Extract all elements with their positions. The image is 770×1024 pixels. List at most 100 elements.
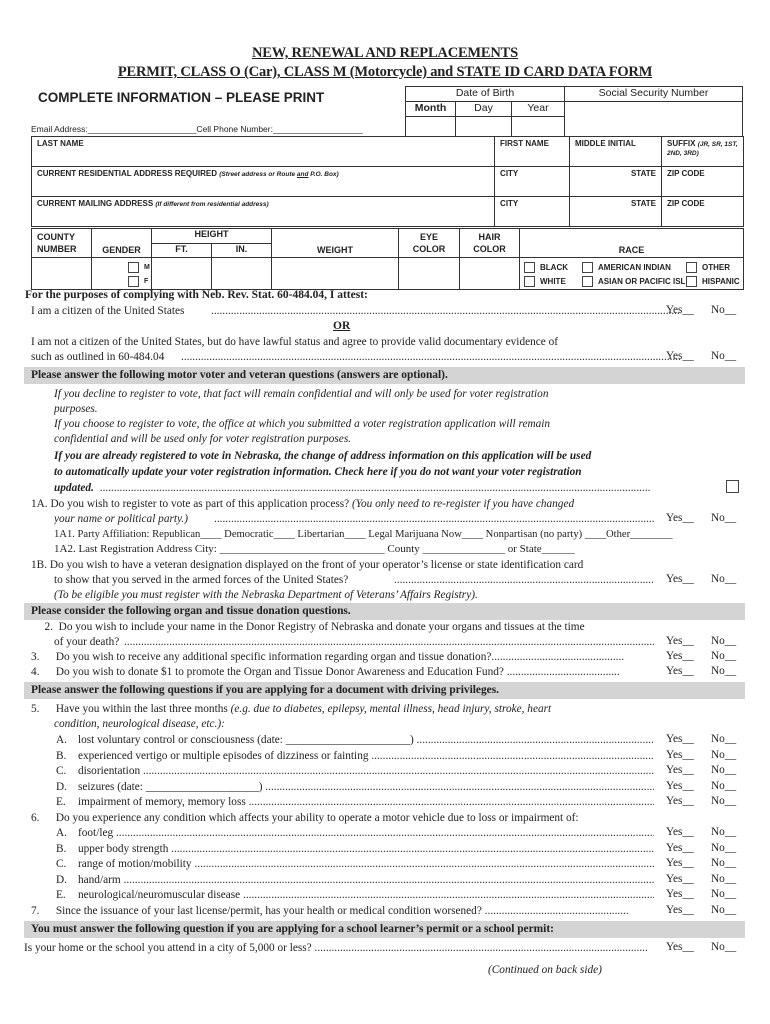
suffix-field[interactable]: SUFFIX (JR, SR, 1ST, 2ND, 3RD) bbox=[661, 136, 744, 167]
q4-yes[interactable]: Yes__ bbox=[666, 665, 694, 677]
school-yes[interactable]: Yes__ bbox=[666, 941, 694, 953]
weight-input[interactable] bbox=[271, 257, 399, 290]
q2-yes[interactable]: Yes__ bbox=[666, 635, 694, 647]
weight-label: WEIGHT bbox=[271, 228, 399, 258]
q6-item-row: C. range of motion/mobility .............… bbox=[56, 857, 654, 872]
q1b-no[interactable]: No__ bbox=[711, 573, 736, 585]
height-in-input[interactable] bbox=[211, 257, 272, 290]
hair-color-label: HAIR COLOR bbox=[459, 228, 520, 258]
q1a-hint-2: your name or political party.) bbox=[54, 513, 188, 525]
race-label: RACE bbox=[519, 228, 744, 258]
q6-item-no[interactable]: No__ bbox=[711, 857, 736, 869]
q6-item-no[interactable]: No__ bbox=[711, 888, 736, 900]
height-in-label: IN. bbox=[211, 242, 272, 258]
q5-item-no[interactable]: No__ bbox=[711, 780, 736, 792]
eye-color-label: EYE COLOR bbox=[398, 228, 460, 258]
eye-color-input[interactable] bbox=[398, 257, 460, 290]
noncitizen-yes[interactable]: Yes__ bbox=[666, 350, 694, 362]
hair-color-input[interactable] bbox=[459, 257, 520, 290]
personal-info-table: LAST NAME FIRST NAME MIDDLE INITIAL SUFF… bbox=[30, 136, 744, 227]
q2-no[interactable]: No__ bbox=[711, 635, 736, 647]
q3-no[interactable]: No__ bbox=[711, 650, 736, 662]
residential-city-field[interactable]: CITY bbox=[494, 166, 570, 197]
q4-no[interactable]: No__ bbox=[711, 665, 736, 677]
q6-item-yes[interactable]: Yes__ bbox=[666, 873, 694, 885]
county-number-input[interactable] bbox=[31, 257, 92, 290]
voter-note-3a: If you are already registered to vote in… bbox=[54, 450, 592, 462]
q6-item-no[interactable]: No__ bbox=[711, 826, 736, 838]
mailing-state-field[interactable]: STATE bbox=[569, 196, 662, 227]
ssn-input[interactable] bbox=[564, 101, 743, 137]
residential-address-field[interactable]: CURRENT RESIDENTIAL ADDRESS REQUIRED (St… bbox=[30, 166, 496, 197]
form-title-line2: PERMIT, CLASS O (Car), CLASS M (Motorcyc… bbox=[117, 64, 653, 80]
race-black-label: BLACK bbox=[540, 262, 568, 272]
race-black-checkbox[interactable] bbox=[524, 261, 535, 273]
q5-item-yes[interactable]: Yes__ bbox=[666, 764, 694, 776]
q3-yes[interactable]: Yes__ bbox=[666, 650, 694, 662]
year-input[interactable] bbox=[511, 116, 565, 137]
q5-item-no[interactable]: No__ bbox=[711, 749, 736, 761]
citizen-no[interactable]: No__ bbox=[711, 304, 736, 316]
q6-item-yes[interactable]: Yes__ bbox=[666, 826, 694, 838]
mailing-zip-field[interactable]: ZIP CODE bbox=[661, 196, 744, 227]
opt-out-voter-update-checkbox[interactable] bbox=[726, 480, 739, 493]
q5-item-yes[interactable]: Yes__ bbox=[666, 780, 694, 792]
day-input[interactable] bbox=[455, 116, 512, 137]
month-input[interactable] bbox=[405, 116, 456, 137]
email-address-field[interactable]: Email Address:_______________________Cel… bbox=[31, 124, 363, 134]
voter-note-2a: If you choose to register to vote, the o… bbox=[54, 418, 551, 430]
q5-item-yes[interactable]: Yes__ bbox=[666, 733, 694, 745]
q5-item-yes[interactable]: Yes__ bbox=[666, 749, 694, 761]
q5-item-no[interactable]: No__ bbox=[711, 795, 736, 807]
q5-item-letter: A. bbox=[56, 734, 67, 746]
q7-yes[interactable]: Yes__ bbox=[666, 904, 694, 916]
leader-dots: ........................................… bbox=[314, 942, 648, 954]
first-name-field[interactable]: FIRST NAME bbox=[494, 136, 570, 167]
citizen-yes[interactable]: Yes__ bbox=[666, 304, 694, 316]
q1b-yes[interactable]: Yes__ bbox=[666, 573, 694, 585]
q6-item-yes[interactable]: Yes__ bbox=[666, 888, 694, 900]
gender-f-checkbox[interactable] bbox=[128, 275, 139, 287]
q6-item-no[interactable]: No__ bbox=[711, 873, 736, 885]
middle-initial-field[interactable]: MIDDLE INITIAL bbox=[569, 136, 662, 167]
race-american-indian-checkbox[interactable] bbox=[582, 261, 593, 273]
or-divider: OR bbox=[333, 320, 351, 332]
gender-m-checkbox[interactable] bbox=[128, 261, 139, 273]
residential-zip-field[interactable]: ZIP CODE bbox=[661, 166, 744, 197]
race-hispanic-checkbox[interactable] bbox=[686, 275, 697, 287]
q1a-no[interactable]: No__ bbox=[711, 512, 736, 524]
q1a1-party-affiliation[interactable]: 1A1. Party Affiliation: Republican____ D… bbox=[54, 527, 744, 542]
q6-item-yes[interactable]: Yes__ bbox=[666, 857, 694, 869]
q5-item-yes[interactable]: Yes__ bbox=[666, 795, 694, 807]
q7-no[interactable]: No__ bbox=[711, 904, 736, 916]
race-asian-pacific-checkbox[interactable] bbox=[582, 275, 593, 287]
race-other-checkbox[interactable] bbox=[686, 261, 697, 273]
q6-item-row: D. hand/arm .............................… bbox=[56, 873, 654, 888]
leader-dots: ........................................… bbox=[181, 351, 681, 363]
q6-item-text: neurological/neuromuscular disease bbox=[78, 889, 241, 901]
cell-phone-field[interactable]: Cell Phone Number:___________________ bbox=[196, 124, 362, 134]
mailing-city-field[interactable]: CITY bbox=[494, 196, 570, 227]
q5-item-no[interactable]: No__ bbox=[711, 733, 736, 745]
mailing-address-field[interactable]: CURRENT MAILING ADDRESS (If different fr… bbox=[30, 196, 496, 227]
q1a2-last-registration[interactable]: 1A2. Last Registration Address City: ___… bbox=[54, 542, 768, 557]
city-label: CITY bbox=[500, 169, 519, 178]
school-no[interactable]: No__ bbox=[711, 941, 736, 953]
q6-item-no[interactable]: No__ bbox=[711, 842, 736, 854]
last-name-label: LAST NAME bbox=[37, 139, 84, 148]
state-label: STATE bbox=[630, 169, 656, 178]
form-title-line1: NEW, RENEWAL AND REPLACEMENTS bbox=[252, 45, 518, 61]
county-number-label: COUNTY NUMBER bbox=[31, 228, 92, 258]
height-ft-input[interactable] bbox=[151, 257, 212, 290]
q6-item-yes[interactable]: Yes__ bbox=[666, 842, 694, 854]
q2-number: 2. bbox=[44, 621, 53, 633]
q6-number: 6. bbox=[31, 812, 40, 824]
q1b-row-2: to show that you served in the armed for… bbox=[54, 573, 654, 588]
race-white-checkbox[interactable] bbox=[524, 275, 535, 287]
last-name-field[interactable]: LAST NAME bbox=[30, 136, 496, 167]
q5-item-no[interactable]: No__ bbox=[711, 764, 736, 776]
q5-item-text: impairment of memory, memory loss bbox=[78, 796, 246, 808]
residential-state-field[interactable]: STATE bbox=[569, 166, 662, 197]
noncitizen-no[interactable]: No__ bbox=[711, 350, 736, 362]
q1a-yes[interactable]: Yes__ bbox=[666, 512, 694, 524]
